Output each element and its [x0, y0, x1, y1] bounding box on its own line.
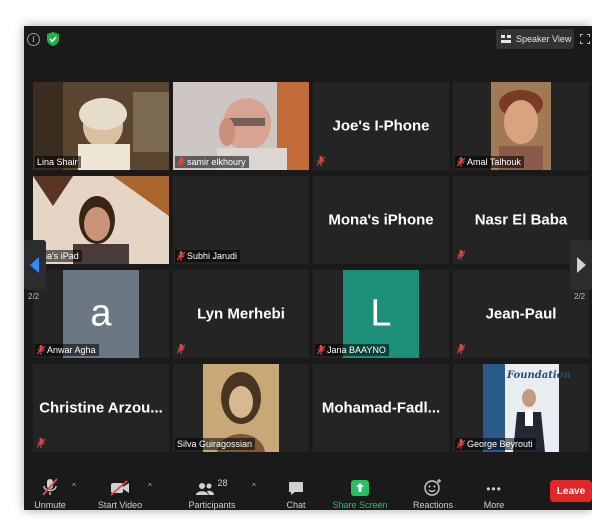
previous-page-button[interactable]: [24, 240, 46, 290]
video-tile-silva-guiragossian[interactable]: Silva Guiragossian: [173, 364, 309, 452]
participants-button[interactable]: 28 Participants: [184, 474, 240, 510]
info-icon[interactable]: i: [27, 33, 40, 46]
participant-name: Mohamad-Fadl...: [321, 399, 441, 417]
reactions-button[interactable]: Reactions: [408, 474, 458, 510]
chevron-up-icon[interactable]: ^: [252, 482, 256, 491]
participant-label: Subhi Jarudi: [175, 250, 241, 262]
participant-label: samir elkhoury: [175, 156, 249, 168]
participant-label: George Beyrouti: [455, 438, 536, 450]
video-tile-amal-talhouk[interactable]: Amal Talhouk: [453, 82, 589, 170]
participant-label: Amal Talhouk: [455, 156, 524, 168]
speaker-view-label: Speaker View: [516, 34, 572, 44]
fullscreen-icon[interactable]: [580, 34, 590, 44]
next-page-button[interactable]: [570, 240, 592, 290]
mic-muted-icon: [177, 344, 185, 354]
video-tile-nasr-el-baba[interactable]: Nasr El Baba: [453, 176, 589, 264]
participants-icon: [196, 483, 215, 495]
page-indicator-left: 2/2: [28, 292, 40, 301]
participant-name: Joe's I-Phone: [332, 117, 430, 135]
grid-icon: [501, 34, 512, 44]
video-tile-jean-paul[interactable]: Jean-Paul: [453, 270, 589, 358]
video-tile-anwar-agha[interactable]: a Anwar Agha: [33, 270, 169, 358]
participant-name: Lyn Merhebi: [197, 305, 285, 323]
share-screen-button[interactable]: Share Screen: [330, 474, 390, 510]
video-tile-christine-arzou[interactable]: Christine Arzou...: [33, 364, 169, 452]
reactions-icon: [424, 479, 441, 496]
shield-icon[interactable]: [46, 31, 60, 47]
more-icon: •••: [486, 482, 502, 496]
mic-muted-icon: [317, 156, 325, 166]
mic-muted-icon: [457, 344, 465, 354]
mic-muted-icon: [317, 345, 325, 355]
participant-name: Mona's iPhone: [328, 211, 434, 229]
more-button[interactable]: ••• More: [476, 474, 512, 510]
video-tile-samir-elkhoury[interactable]: samir elkhoury: [173, 82, 309, 170]
leave-button[interactable]: Leave: [550, 480, 592, 502]
avatar-letter: L: [370, 292, 392, 335]
speaker-view-button[interactable]: Speaker View: [496, 29, 574, 49]
participant-name: Nasr El Baba: [474, 211, 568, 229]
chevron-right-icon: [577, 257, 586, 273]
video-tile-lina-shair[interactable]: Lina Shair: [33, 82, 169, 170]
chevron-left-icon: [30, 257, 39, 273]
video-tile-ipad[interactable]: ana's iPad: [33, 176, 169, 264]
start-video-button[interactable]: Start Video: [92, 474, 148, 510]
banner-text: Foundation: [507, 370, 571, 381]
meeting-toolbar: Unmute ^ Start Video ^ 28 Participants ^…: [24, 474, 592, 510]
video-tile-subhi-jarudi[interactable]: Subhi Jarudi: [173, 176, 309, 264]
avatar-letter: a: [90, 292, 112, 335]
participant-name: Christine Arzou...: [39, 399, 163, 417]
video-off-icon: [110, 480, 129, 496]
participants-count: 28: [217, 478, 228, 488]
mic-muted-icon: [177, 157, 185, 167]
mic-muted-icon: [37, 345, 45, 355]
mic-muted-icon: [177, 251, 185, 261]
chat-button[interactable]: Chat: [278, 474, 314, 510]
participant-label: Anwar Agha: [35, 344, 99, 356]
video-tile-mohamad-fadl[interactable]: Mohamad-Fadl...: [313, 364, 449, 452]
participant-label: Silva Guiragossian: [175, 438, 256, 450]
mic-muted-icon: [457, 157, 465, 167]
video-tile-joes-iphone[interactable]: Joe's I-Phone: [313, 82, 449, 170]
page-indicator-right: 2/2: [574, 292, 586, 301]
chat-icon: [289, 482, 303, 495]
participant-name: Jean-Paul: [485, 305, 557, 323]
mic-muted-icon: [457, 250, 465, 260]
participant-label: Lina Shair: [35, 156, 81, 168]
share-screen-icon: [351, 480, 369, 496]
chevron-up-icon[interactable]: ^: [148, 482, 152, 491]
video-tile-lyn-merhebi[interactable]: Lyn Merhebi: [173, 270, 309, 358]
unmute-button[interactable]: Unmute: [30, 474, 70, 510]
zoom-meeting-window: i Speaker View Lina Shair samir elkhoury…: [24, 26, 592, 510]
mic-muted-icon: [42, 478, 58, 496]
video-tile-monas-iphone[interactable]: Mona's iPhone: [313, 176, 449, 264]
mic-muted-icon: [37, 438, 45, 448]
mic-muted-icon: [457, 439, 465, 449]
video-tile-jana-baayno[interactable]: L Jana BAAYNO: [313, 270, 449, 358]
chevron-up-icon[interactable]: ^: [72, 482, 76, 491]
top-bar: i Speaker View: [24, 26, 592, 52]
video-tile-george-beyrouti[interactable]: Foundation George Beyrouti: [453, 364, 589, 452]
participant-label: Jana BAAYNO: [315, 344, 389, 356]
